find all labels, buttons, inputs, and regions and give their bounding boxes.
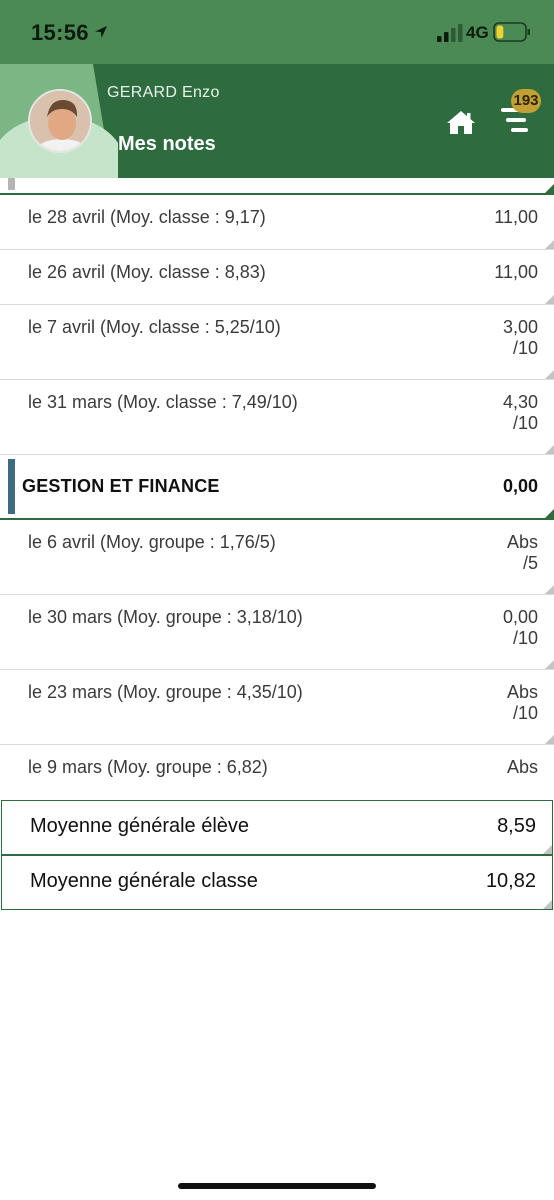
corner-decoration: [545, 184, 554, 193]
corner-decoration: [543, 900, 552, 909]
page-title: Mes notes: [118, 133, 216, 155]
grade-value: Abs /10: [507, 682, 538, 724]
user-name: GERARD Enzo: [107, 84, 220, 101]
corner-decoration: [545, 585, 554, 594]
grade-row[interactable]: le 6 avril (Moy. groupe : 1,76/5) Abs /5: [0, 520, 554, 595]
grade-scale: /10: [512, 703, 538, 723]
corner-decoration: [545, 370, 554, 379]
grade-mark: Abs: [506, 682, 538, 702]
grade-row[interactable]: le 26 avril (Moy. classe : 8,83) 11,00: [0, 250, 554, 305]
grade-value: 0,00 /10: [503, 607, 538, 649]
student-average-row: Moyenne générale élève 8,59: [1, 800, 553, 855]
corner-decoration: [545, 295, 554, 304]
subject-color-bar: [8, 459, 15, 514]
grade-label: le 23 mars (Moy. groupe : 4,35/10): [28, 682, 303, 702]
grade-row[interactable]: le 28 avril (Moy. classe : 9,17) 11,00: [0, 195, 554, 250]
grade-row[interactable]: le 23 mars (Moy. groupe : 4,35/10) Abs /…: [0, 670, 554, 745]
grade-value: 11,00: [494, 262, 538, 283]
home-icon[interactable]: [446, 109, 476, 135]
corner-decoration: [545, 240, 554, 249]
grade-row[interactable]: le 7 avril (Moy. classe : 5,25/10) 3,00 …: [0, 305, 554, 380]
grade-mark: Abs: [506, 532, 538, 552]
subject-color-marker: [8, 178, 15, 190]
network-type: 4G: [466, 23, 489, 42]
grade-label: le 28 avril (Moy. classe : 9,17): [28, 207, 266, 227]
grade-mark: 3,00: [502, 317, 538, 337]
subject-name: GESTION ET FINANCE: [22, 476, 220, 496]
class-average-label: Moyenne générale classe: [30, 870, 258, 892]
subject-average: 0,00: [502, 476, 538, 496]
grade-value: 11,00: [494, 207, 538, 228]
student-average-label: Moyenne générale élève: [30, 815, 250, 837]
grade-scale: /10: [512, 413, 538, 433]
grade-label: le 26 avril (Moy. classe : 8,83): [28, 262, 266, 282]
grade-scale: /5: [522, 553, 538, 573]
corner-decoration: [543, 845, 552, 854]
student-average-value: 8,59: [497, 815, 536, 837]
grade-mark: 11,00: [494, 262, 538, 282]
grade-row[interactable]: le 30 mars (Moy. groupe : 3,18/10) 0,00 …: [0, 595, 554, 670]
subject-header[interactable]: GESTION ET FINANCE 0,00: [0, 455, 554, 520]
grade-label: le 31 mars (Moy. classe : 7,49/10): [28, 392, 298, 412]
grade-mark: 0,00: [502, 607, 538, 627]
grade-value: 4,30 /10: [503, 392, 538, 434]
avatar[interactable]: [28, 89, 92, 153]
grade-mark: 4,30: [502, 392, 538, 412]
status-time: 15:56: [31, 20, 89, 45]
grade-value: Abs /5: [507, 532, 538, 574]
class-average-row: Moyenne générale classe 10,82: [1, 855, 553, 910]
grade-value: Abs: [507, 757, 538, 778]
signal-bars-icon: [437, 24, 463, 42]
corner-decoration: [545, 445, 554, 454]
grades-list: le 28 avril (Moy. classe : 9,17) 11,00 l…: [0, 178, 554, 910]
grade-mark: Abs: [506, 757, 538, 777]
status-bar: 15:56 4G: [0, 0, 554, 64]
list-top-strip: [0, 178, 554, 195]
class-average-value: 10,82: [485, 870, 536, 892]
grade-label: le 9 mars (Moy. groupe : 6,82): [28, 757, 268, 777]
grade-label: le 30 mars (Moy. groupe : 3,18/10): [28, 607, 303, 627]
grade-row[interactable]: le 9 mars (Moy. groupe : 6,82) Abs: [0, 745, 554, 800]
grade-label: le 7 avril (Moy. classe : 5,25/10): [28, 317, 281, 337]
battery-icon: [493, 22, 530, 42]
corner-decoration: [545, 735, 554, 744]
grade-mark: 11,00: [494, 207, 538, 227]
grade-label: le 6 avril (Moy. groupe : 1,76/5): [28, 532, 276, 552]
corner-decoration: [545, 660, 554, 669]
grade-scale: /10: [512, 338, 538, 358]
grade-scale: /10: [512, 628, 538, 648]
location-arrow-icon: [95, 26, 107, 38]
grade-row[interactable]: le 31 mars (Moy. classe : 7,49/10) 4,30 …: [0, 380, 554, 455]
home-indicator[interactable]: [178, 1183, 376, 1189]
corner-decoration: [545, 509, 554, 518]
notification-badge[interactable]: 193: [511, 89, 541, 113]
grade-value: 3,00 /10: [503, 317, 538, 359]
